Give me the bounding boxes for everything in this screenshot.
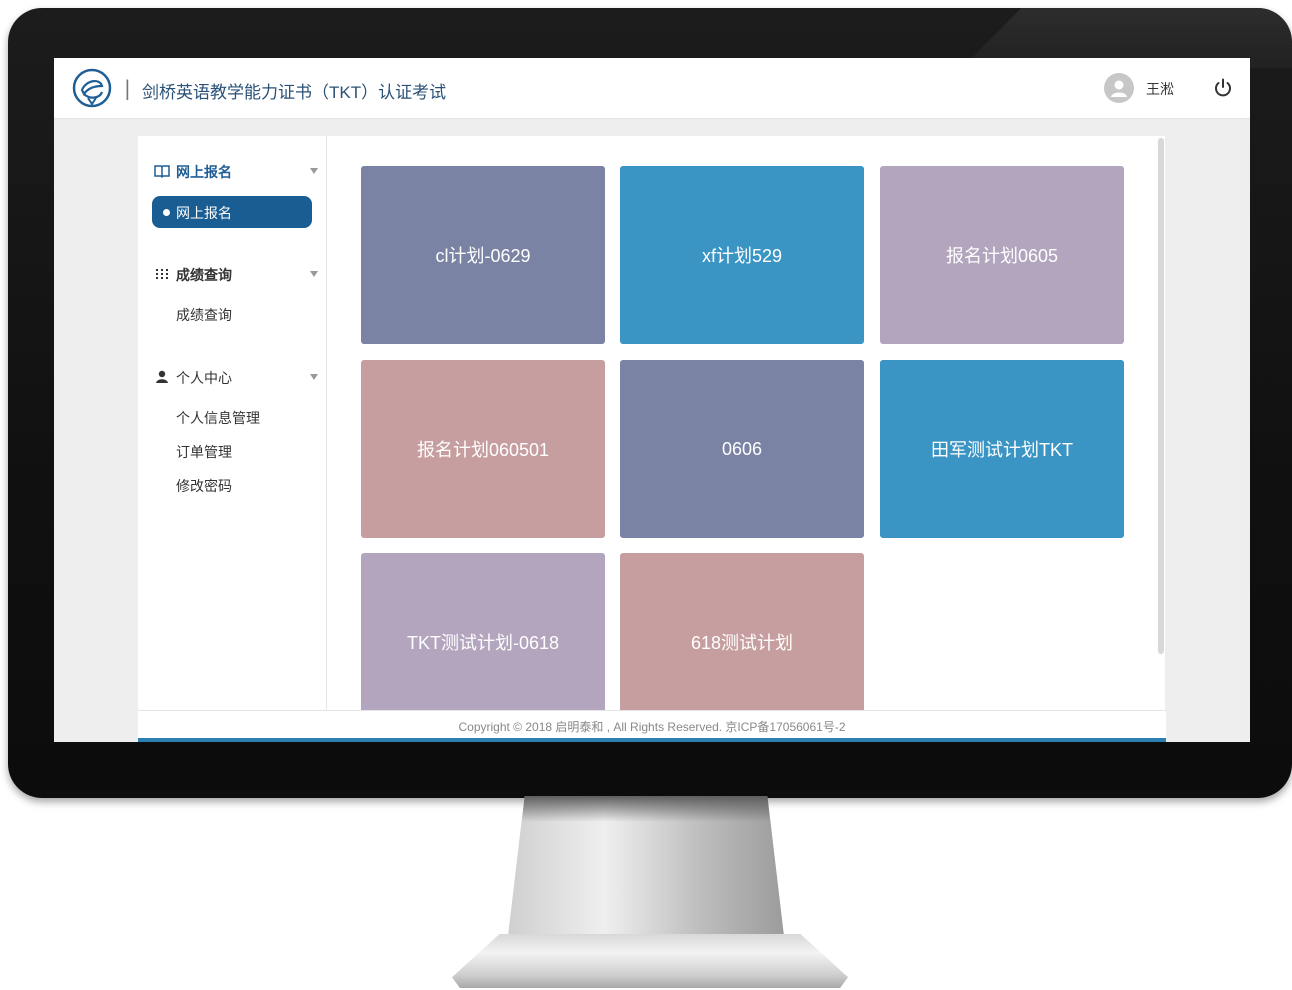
plan-tile-label: 0606 bbox=[721, 438, 763, 459]
active-dot-icon bbox=[163, 209, 170, 216]
plan-tile[interactable]: 报名计划0605 bbox=[880, 166, 1124, 344]
power-icon[interactable] bbox=[1212, 77, 1234, 99]
chevron-down-icon bbox=[310, 374, 318, 380]
sidebar-item-label: 网上报名 bbox=[176, 205, 232, 221]
plan-tile-label: 618测试计划 bbox=[690, 633, 794, 653]
screen-bottom-bar bbox=[138, 738, 1166, 742]
monitor-base bbox=[452, 934, 848, 988]
plan-grid: cl计划-0629 xf计划529 报名计划0605 报名计划060501 06… bbox=[327, 136, 1165, 710]
plan-tile[interactable]: 报名计划060501 bbox=[361, 360, 605, 538]
sidebar-group-label: 个人中心 bbox=[176, 370, 232, 386]
sidebar: 网上报名 网上报名 成绩查询 成绩查询 个人中心 个人信息管理 订单管理 修改密… bbox=[138, 136, 327, 710]
plan-tile-label: xf计划529 bbox=[701, 246, 783, 266]
plan-tile-label: 田军测试计划TKT bbox=[931, 440, 1073, 460]
chevron-down-icon bbox=[310, 168, 318, 174]
plan-tile[interactable]: 0606 bbox=[620, 360, 864, 538]
plan-tile[interactable]: xf计划529 bbox=[620, 166, 864, 344]
sidebar-group-registration[interactable]: 网上报名 bbox=[152, 160, 318, 182]
plan-tile-label: 报名计划0605 bbox=[945, 246, 1059, 266]
plan-tile-label: 报名计划060501 bbox=[416, 440, 550, 460]
sidebar-group-label: 成绩查询 bbox=[176, 267, 232, 283]
plan-tile-label: cl计划-0629 bbox=[435, 246, 531, 266]
plan-tile[interactable]: cl计划-0629 bbox=[361, 166, 605, 344]
plan-tile[interactable]: 618测试计划 bbox=[620, 553, 864, 710]
plan-tile-label: TKT测试计划-0618 bbox=[406, 633, 560, 653]
sidebar-item-scores[interactable]: 成绩查询 bbox=[176, 305, 232, 325]
sidebar-group-label: 网上报名 bbox=[176, 164, 232, 180]
user-name[interactable]: 王淞 bbox=[1146, 79, 1174, 99]
sidebar-group-scores[interactable]: 成绩查询 bbox=[152, 263, 318, 285]
top-bar: | 剑桥英语教学能力证书（TKT）认证考试 王淞 bbox=[54, 58, 1250, 119]
title-separator: | bbox=[124, 76, 131, 100]
book-icon bbox=[154, 165, 170, 179]
user-avatar-icon[interactable] bbox=[1104, 73, 1134, 103]
app-title: 剑桥英语教学能力证书（TKT）认证考试 bbox=[142, 83, 447, 102]
sidebar-item-orders[interactable]: 订单管理 bbox=[176, 442, 232, 462]
sidebar-item-profile[interactable]: 个人信息管理 bbox=[176, 408, 260, 428]
plan-tile[interactable]: TKT测试计划-0618 bbox=[361, 553, 605, 710]
monitor-stand-shadow bbox=[521, 796, 771, 822]
plan-tile[interactable]: 田军测试计划TKT bbox=[880, 360, 1124, 538]
sidebar-item-change-password[interactable]: 修改密码 bbox=[176, 476, 232, 496]
sidebar-item-registration[interactable]: 网上报名 bbox=[152, 196, 312, 228]
sidebar-group-personal[interactable]: 个人中心 bbox=[152, 366, 318, 388]
person-icon bbox=[156, 370, 168, 383]
grid-icon bbox=[156, 269, 168, 279]
app-screen: | 剑桥英语教学能力证书（TKT）认证考试 王淞 网上报名 网上报名 成绩查询 … bbox=[54, 58, 1250, 742]
user-silhouette-icon bbox=[1111, 80, 1127, 97]
content-scrollbar[interactable] bbox=[1158, 138, 1164, 654]
logo-icon[interactable] bbox=[72, 68, 112, 108]
chevron-down-icon bbox=[310, 271, 318, 277]
